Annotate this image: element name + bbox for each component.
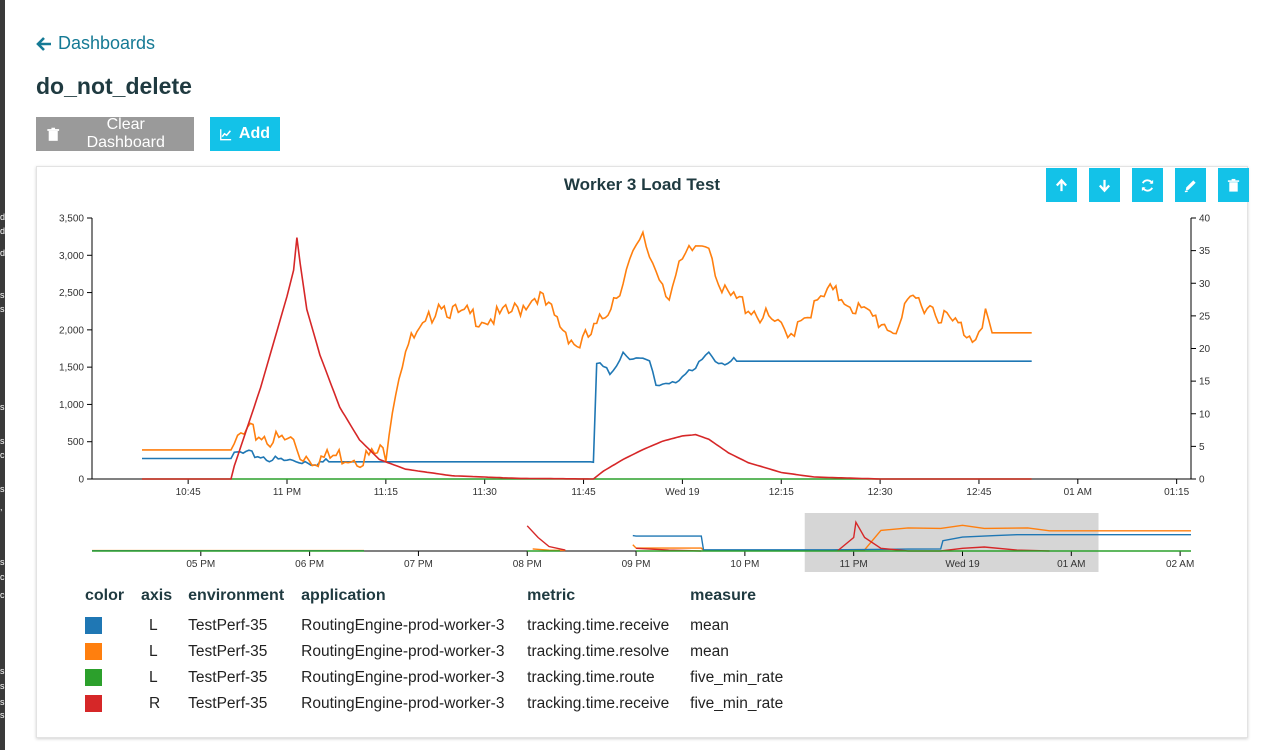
legend-measure: mean xyxy=(690,643,729,660)
y-left-tick-label: 1,500 xyxy=(59,363,84,374)
overview-x-tick-label: 09 PM xyxy=(622,559,651,570)
legend-measure: five_min_rate xyxy=(690,669,784,686)
legend-application: RoutingEngine-prod-worker-3 xyxy=(301,695,505,712)
y-right-tick-label: 15 xyxy=(1199,377,1211,388)
legend-application: RoutingEngine-prod-worker-3 xyxy=(301,617,505,634)
left-strip-glyph: s xyxy=(0,484,5,494)
y-right-tick-label: 0 xyxy=(1199,475,1205,486)
color-swatch xyxy=(85,643,102,661)
overview-x-tick-label: 08 PM xyxy=(513,559,542,570)
series-line xyxy=(142,350,1032,467)
y-left-tick-label: 1,000 xyxy=(59,400,84,411)
legend-axis: L xyxy=(149,669,158,686)
overview-x-tick-label: 06 PM xyxy=(295,559,324,570)
legend-row: L TestPerf-35 RoutingEngine-prod-worker-… xyxy=(85,639,799,665)
color-swatch xyxy=(85,695,102,713)
legend-metric: tracking.time.route xyxy=(527,669,655,686)
y-right-tick-label: 5 xyxy=(1199,442,1205,453)
x-tick-label: 10:45 xyxy=(176,487,201,498)
legend-axis: L xyxy=(149,643,158,660)
left-strip-glyph: d xyxy=(0,248,6,258)
legend-header-metric: metric xyxy=(527,587,576,604)
legend-header-measure: measure xyxy=(690,587,756,604)
y-left-tick-label: 2,500 xyxy=(59,288,84,299)
overview-x-tick-label: 02 AM xyxy=(1166,559,1194,570)
x-tick-label: 12:45 xyxy=(966,487,991,498)
color-swatch xyxy=(85,669,102,687)
x-tick-label: 12:15 xyxy=(769,487,794,498)
legend-measure: mean xyxy=(690,617,729,634)
color-swatch xyxy=(85,617,102,635)
legend-environment: TestPerf-35 xyxy=(188,617,268,634)
left-strip-glyph: s xyxy=(0,697,5,707)
y-left-tick-label: 500 xyxy=(67,437,84,448)
y-left-tick-label: 0 xyxy=(78,475,84,486)
x-tick-label: 11:45 xyxy=(571,487,596,498)
left-strip-glyph: c xyxy=(0,590,5,600)
y-right-tick-label: 10 xyxy=(1199,409,1211,420)
legend-environment: TestPerf-35 xyxy=(188,643,268,660)
left-strip-glyph: , xyxy=(0,502,3,512)
overview-series-line xyxy=(526,525,566,551)
y-right-tick-label: 30 xyxy=(1199,279,1211,290)
left-strip-glyph: s xyxy=(0,304,5,314)
left-strip-glyph: c xyxy=(0,450,5,460)
chart-panel: Worker 3 Load Test 0 500 1,000 1,500 2,000 2,… xyxy=(36,166,1249,738)
left-strip-glyph: s xyxy=(0,710,5,720)
left-strip-glyph: c xyxy=(0,572,5,582)
overview-x-tick-label: 01 AM xyxy=(1057,559,1085,570)
legend-header-environment: environment xyxy=(188,587,285,604)
overview-x-tick-label: 10 PM xyxy=(730,559,759,570)
legend-header-color: color xyxy=(85,587,125,604)
x-tick-label: Wed 19 xyxy=(665,487,700,498)
y-right-tick-label: 25 xyxy=(1199,311,1211,322)
overview-x-tick-label: 05 PM xyxy=(186,559,215,570)
left-strip-glyph: s xyxy=(0,681,5,691)
legend-metric: tracking.time.receive xyxy=(527,695,670,712)
legend-environment: TestPerf-35 xyxy=(188,669,268,686)
legend-row: R TestPerf-35 RoutingEngine-prod-worker-… xyxy=(85,691,799,717)
overview-x-tick-label: 11 PM xyxy=(840,559,868,570)
legend-application: RoutingEngine-prod-worker-3 xyxy=(301,643,505,660)
legend-application: RoutingEngine-prod-worker-3 xyxy=(301,669,505,686)
x-tick-label: 12:30 xyxy=(868,487,893,498)
legend-axis: L xyxy=(149,617,158,634)
y-left-tick-label: 2,000 xyxy=(59,325,84,336)
legend-header-application: application xyxy=(301,587,386,604)
legend-measure: five_min_rate xyxy=(690,695,784,712)
left-strip-glyph: s xyxy=(0,557,5,567)
y-left-tick-label: 3,500 xyxy=(59,214,84,225)
left-strip-glyph: s xyxy=(0,402,5,412)
legend-metric: tracking.time.resolve xyxy=(527,643,670,660)
x-tick-label: 01 AM xyxy=(1064,487,1092,498)
series-line xyxy=(142,229,1032,469)
overview-x-tick-label: Wed 19 xyxy=(945,559,980,570)
y-right-tick-label: 35 xyxy=(1199,246,1211,257)
series-legend-table: color axis environment application metri… xyxy=(85,587,799,717)
legend-row: L TestPerf-35 RoutingEngine-prod-worker-… xyxy=(85,613,799,639)
left-strip-glyph: s xyxy=(0,436,5,446)
y-right-tick-label: 40 xyxy=(1199,214,1211,225)
legend-header-row: color axis environment application metri… xyxy=(85,587,799,613)
left-strip-glyph: d xyxy=(0,212,6,222)
left-strip-glyph: d xyxy=(0,226,6,236)
legend-row: L TestPerf-35 RoutingEngine-prod-worker-… xyxy=(85,665,799,691)
legend-environment: TestPerf-35 xyxy=(188,695,268,712)
legend-metric: tracking.time.receive xyxy=(527,617,670,634)
x-tick-label: 01:15 xyxy=(1164,487,1189,498)
y-right-tick-label: 20 xyxy=(1199,344,1211,355)
y-left-tick-label: 3,000 xyxy=(59,251,84,262)
series-line xyxy=(142,237,1032,480)
overview-x-tick-label: 07 PM xyxy=(404,559,433,570)
left-strip-glyph: s xyxy=(0,666,5,676)
x-tick-label: 11:30 xyxy=(473,487,498,498)
x-tick-label: 11:15 xyxy=(374,487,399,498)
legend-header-axis: axis xyxy=(141,587,173,604)
x-tick-label: 11 PM xyxy=(273,487,301,498)
left-strip-glyph: s xyxy=(0,290,5,300)
legend-axis: R xyxy=(149,695,161,712)
